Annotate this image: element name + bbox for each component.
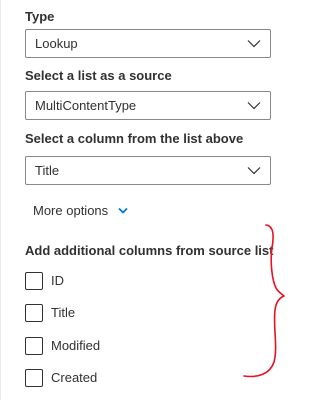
source-list-dropdown[interactable]: MultiContentType — [25, 91, 271, 120]
column-dropdown[interactable]: Title — [25, 156, 271, 185]
checkbox-label-created: Created — [51, 370, 98, 385]
checkbox-modified[interactable] — [25, 337, 43, 355]
type-dropdown-value: Lookup — [35, 36, 78, 51]
additional-columns-label: Add additional columns from source list — [25, 243, 274, 258]
checkbox-label-modified: Modified — [51, 338, 101, 353]
checkbox-label-id: ID — [51, 273, 64, 288]
chevron-down-icon — [247, 167, 261, 175]
more-options-button[interactable]: More options — [33, 203, 128, 218]
type-dropdown[interactable]: Lookup — [25, 29, 271, 58]
checkbox-created[interactable] — [25, 369, 43, 387]
panel-divider — [0, 0, 1, 400]
checkbox-id[interactable] — [25, 272, 43, 290]
column-settings-panel: Type Lookup Select a list as a source Mu… — [0, 0, 289, 400]
checkbox-label-title: Title — [51, 305, 76, 320]
source-list-dropdown-value: MultiContentType — [35, 98, 137, 113]
column-dropdown-value: Title — [35, 163, 60, 178]
chevron-down-icon — [118, 207, 128, 214]
chevron-down-icon — [247, 40, 261, 48]
more-options-label: More options — [33, 203, 109, 218]
chevron-down-icon — [247, 102, 261, 110]
checkbox-title[interactable] — [25, 304, 43, 322]
type-label: Type — [25, 9, 55, 24]
source-list-label: Select a list as a source — [25, 68, 172, 83]
column-label: Select a column from the list above — [25, 131, 244, 146]
red-bracket-annotation — [243, 224, 285, 378]
